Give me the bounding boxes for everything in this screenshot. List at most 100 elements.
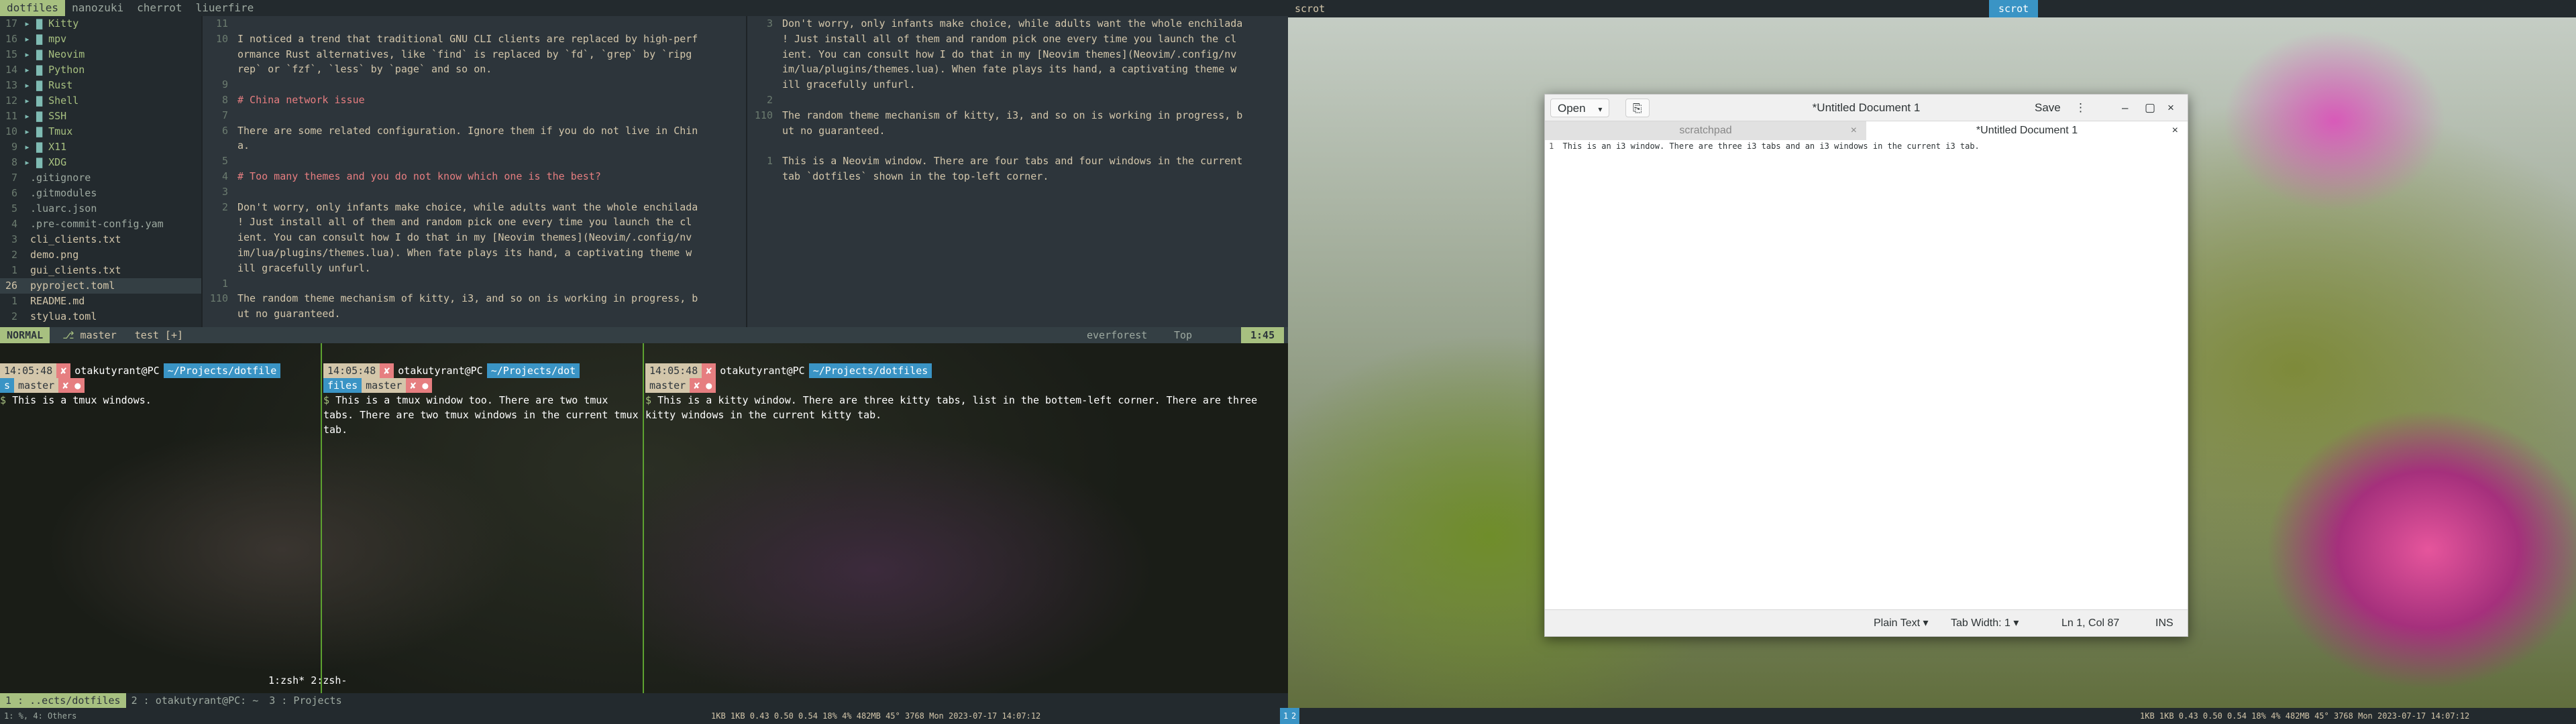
workspace-button[interactable]: 2 <box>1288 708 1300 724</box>
tree-item[interactable]: 16 ▸ ▇ mpv <box>0 32 201 47</box>
nvim-tab-4[interactable]: liuerfire <box>189 0 261 16</box>
line-number: 10 <box>215 32 228 45</box>
maximize-icon[interactable]: ▢ <box>2138 99 2162 117</box>
kitty-tab-1[interactable]: 1 : ..ects/dotfiles <box>0 693 126 708</box>
prompt-user: otakutyrant@PC <box>74 365 160 377</box>
tree-item[interactable]: 9 ▸ ▇ X11 <box>0 139 201 155</box>
line-number: 17 <box>5 17 17 29</box>
shell-prompt: 14:05:48 ✘ otakutyrant@PC ~/Projects/dotfil… <box>0 363 321 378</box>
line-text: im/lua/plugins/themes.lua). When fate pl… <box>782 63 1237 76</box>
kitty-tab-3[interactable]: 3 : Projects <box>264 693 347 708</box>
tree-item[interactable]: 7 .gitignore <box>0 170 201 186</box>
editor-line: ill gracefully unfurl. <box>203 261 746 276</box>
kitty-pane[interactable]: 14:05:48 ✘ otakutyrant@PC ~/Projects/dotfil… <box>645 363 1288 699</box>
line-text: The random theme mechanism of kitty, i3,… <box>782 109 1243 121</box>
editor-line: rep` or `fzf`, `less` by `page` and so o… <box>203 62 746 77</box>
nvim-tab-2[interactable]: nanozuki <box>65 0 130 16</box>
tab-width-selector[interactable]: Tab Width: 1 ▾ <box>1951 610 2019 637</box>
line-number: 6 <box>221 124 228 137</box>
tmux-pane-1[interactable]: 14:05:48 ✘ otakutyrant@PC ~/Projects/dotfil… <box>0 363 321 699</box>
editor-line: 11 <box>203 16 746 32</box>
line-number: 1 <box>11 264 17 276</box>
line-number: 15 <box>5 48 17 60</box>
tree-item[interactable]: 5 .luarc.json <box>0 201 201 217</box>
tree-item[interactable]: 15 ▸ ▇ Neovim <box>0 47 201 62</box>
tree-item-label: mpv <box>48 33 67 45</box>
file-icon <box>24 202 30 215</box>
line-number: 2 <box>221 200 228 213</box>
document-tabs: scratchpad × *Untitled Document 1 × <box>1545 121 2188 140</box>
tree-item[interactable]: 10 ▸ ▇ Tmux <box>0 124 201 139</box>
launcher-input[interactable]: scrot <box>1295 0 1325 17</box>
prompt-time: 14:05:48 <box>645 363 702 378</box>
line-number: 110 <box>754 109 773 121</box>
editor-line: im/lua/plugins/themes.lua). When fate pl… <box>747 62 1288 77</box>
line-text: ! Just install all of them and random pi… <box>237 216 692 229</box>
editor-left[interactable]: 11 10 I noticed a trend that traditional G… <box>203 16 746 327</box>
tree-item[interactable]: 8 ▸ ▇ XDG <box>0 155 201 170</box>
line-number: 8 <box>11 156 17 168</box>
tree-item[interactable]: 11 ▸ ▇ SSH <box>0 109 201 124</box>
save-button[interactable]: Save <box>2028 99 2068 117</box>
file-tree[interactable]: 17 ▸ ▇ Kitty 16 ▸ ▇ mpv 15 ▸ ▇ Neovim 14 ▸ ▇ Py… <box>0 16 201 327</box>
tree-item[interactable]: 14 ▸ ▇ Python <box>0 62 201 78</box>
editor-line: 7 <box>203 108 746 123</box>
headerbar: *Untitled Document 1 Open ▾ ⎘ Save ⋮ – ▢… <box>1545 95 2188 121</box>
text-area[interactable]: 1 This is an i3 window. There are three … <box>1545 140 2188 609</box>
line-number: 3 <box>766 17 773 29</box>
cursor-position: 1:45 <box>1241 327 1285 343</box>
tree-item[interactable]: 13 ▸ ▇ Rust <box>0 78 201 93</box>
tree-item[interactable]: 26 pyproject.toml <box>0 278 201 294</box>
tmux-window-list[interactable]: 1:zsh* 2:zsh- <box>268 674 347 686</box>
tree-item-label: Neovim <box>48 48 85 60</box>
kitty-tab-2[interactable]: 2 : otakutyrant@PC: ~ <box>126 693 264 708</box>
i3-window-tab[interactable]: scrot <box>1989 0 2039 17</box>
tree-item[interactable]: 1 gui_clients.txt <box>0 263 201 278</box>
file-icon <box>24 310 30 322</box>
tree-item[interactable]: 2 demo.png <box>0 247 201 263</box>
new-document-icon[interactable]: ⎘ <box>1625 99 1650 117</box>
tree-item[interactable]: 6 .gitmodules <box>0 186 201 201</box>
line-number: 5 <box>221 155 228 168</box>
line-text: ! Just install all of them and random pi… <box>782 32 1237 45</box>
tab-scratchpad[interactable]: scratchpad × <box>1545 121 1866 140</box>
line-text: im/lua/plugins/themes.lua). When fate pl… <box>237 246 692 259</box>
open-button[interactable]: Open ▾ <box>1550 99 1610 117</box>
tree-item-label: gui_clients.txt <box>30 264 121 276</box>
line-number: 1 <box>221 277 228 290</box>
close-tab-icon[interactable]: × <box>2172 121 2178 140</box>
line-text: tab `dotfiles` shown in the top-left cor… <box>782 170 1049 182</box>
tree-item-label: .gitmodules <box>30 187 97 199</box>
nvim-tab-3[interactable]: cherrot <box>130 0 189 16</box>
pane-divider <box>321 343 322 693</box>
language-selector[interactable]: Plain Text ▾ <box>1874 610 1929 637</box>
cursor-position: Ln 1, Col 87 <box>2061 617 2120 629</box>
tree-item[interactable]: 4 .pre-commit-config.yam <box>0 217 201 232</box>
minimize-icon[interactable]: – <box>2115 99 2135 117</box>
menu-icon[interactable]: ⋮ <box>2068 99 2093 117</box>
close-icon[interactable]: × <box>2161 99 2181 117</box>
line-text: Don't worry, only infants make choice, w… <box>782 17 1243 29</box>
gedit-window[interactable]: *Untitled Document 1 Open ▾ ⎘ Save ⋮ – ▢… <box>1544 94 2188 637</box>
tree-item[interactable]: 3 cli_clients.txt <box>0 232 201 247</box>
close-tab-icon[interactable]: × <box>1851 121 1857 140</box>
tree-item-label: stylua.toml <box>30 310 97 322</box>
editor-line: tab `dotfiles` shown in the top-left cor… <box>747 169 1288 184</box>
tree-item[interactable]: 12 ▸ ▇ Shell <box>0 93 201 109</box>
nvim-tab-1[interactable]: dotfiles <box>0 0 66 16</box>
file-icon <box>24 264 30 276</box>
tab-untitled[interactable]: *Untitled Document 1 × <box>1866 121 2188 140</box>
pane-divider <box>643 343 644 693</box>
tree-item[interactable]: 2 stylua.toml <box>0 309 201 324</box>
line-number: 9 <box>221 78 228 91</box>
tree-item-label: Rust <box>48 79 73 91</box>
editor-right[interactable]: 3 Don't worry, only infants make choice, … <box>747 16 1288 327</box>
neovim-window[interactable]: dotfiles nanozuki cherrot liuerfire 17 ▸ ▇ K… <box>0 0 1288 343</box>
command-text: This is a tmux window too. There are two… <box>323 394 639 436</box>
tree-item[interactable]: 1 README.md <box>0 294 201 309</box>
line-text: There are some related configuration. Ig… <box>237 124 698 137</box>
line-text: ient. You can consult how I do that in m… <box>237 231 692 244</box>
tmux-pane-2[interactable]: 14:05:48 ✘ otakutyrant@PC ~/Projects/dot fil… <box>323 363 643 699</box>
tree-item[interactable]: 17 ▸ ▇ Kitty <box>0 16 201 32</box>
prompt-symbol: $ <box>323 394 336 406</box>
